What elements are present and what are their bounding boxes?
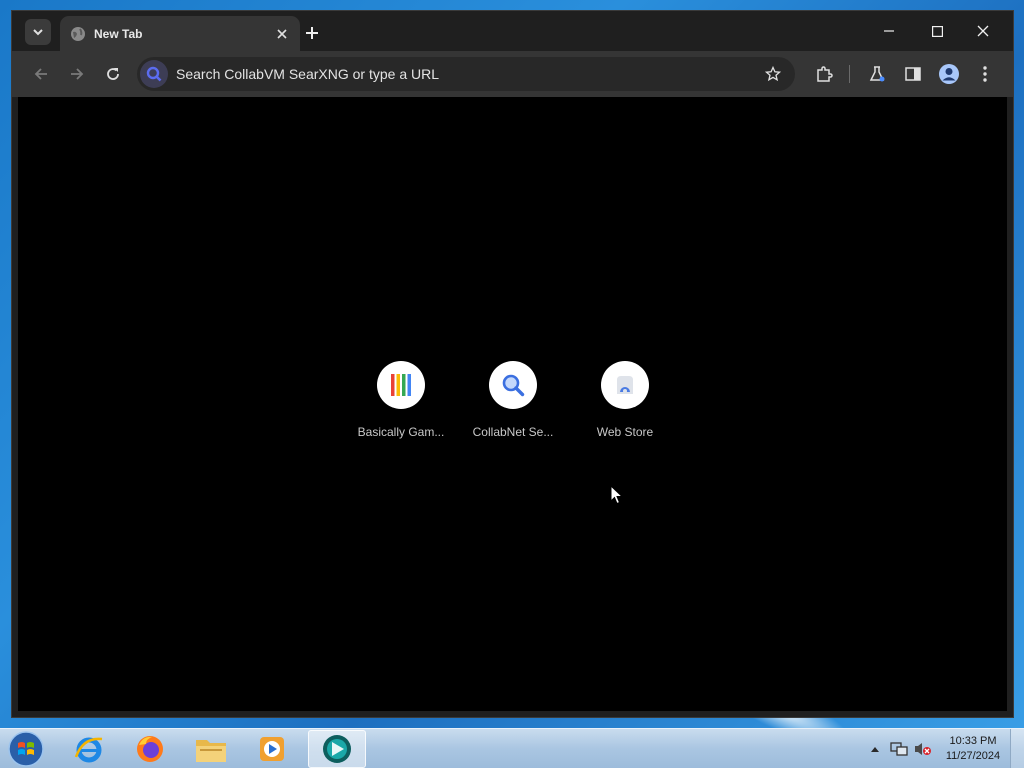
forward-button[interactable] (65, 62, 89, 86)
taskbar-media-player[interactable] (243, 730, 301, 768)
back-button[interactable] (29, 62, 53, 86)
show-hidden-icons-icon[interactable] (870, 745, 880, 753)
volume-muted-icon[interactable] (914, 741, 932, 757)
maximize-button[interactable] (914, 17, 960, 45)
close-window-button[interactable] (960, 17, 1006, 45)
shortcut-icon-circle[interactable] (601, 361, 649, 409)
taskbar-browser[interactable] (308, 730, 366, 768)
file-explorer-icon (196, 740, 226, 762)
taskbar: 10:33 PM 11/27/2024 (0, 728, 1024, 768)
arrow-right-icon (71, 68, 84, 80)
shortcut-icon-circle[interactable] (489, 361, 537, 409)
tab-title: New Tab (94, 26, 143, 41)
clock-date: 11/27/2024 (945, 750, 1001, 762)
taskbar-internet-explorer[interactable] (60, 730, 118, 768)
shortcut-label: CollabNet Se... (472, 425, 554, 439)
new-tab-page: Basically Gam... CollabNet Se... Web Sto… (18, 97, 1007, 711)
side-panel-button[interactable] (901, 62, 925, 86)
reload-button[interactable] (101, 62, 125, 86)
avatar-icon (939, 64, 959, 84)
bookmark-star-icon[interactable] (761, 62, 785, 86)
tab-search-button[interactable] (25, 19, 51, 45)
more-vertical-icon (983, 66, 987, 82)
minimize-button[interactable] (866, 17, 912, 45)
magnifier-icon (502, 374, 525, 397)
shortcut-web-store[interactable]: Web Store (570, 361, 680, 439)
omnibox[interactable]: Search CollabVM SearXNG or type a URL (137, 57, 795, 91)
show-desktop-button[interactable] (1010, 729, 1024, 768)
firefox-icon (137, 736, 163, 762)
tab-strip: New Tab (12, 11, 1013, 51)
taskbar-file-explorer[interactable] (182, 730, 240, 768)
search-icon (140, 60, 168, 88)
media-player-icon (260, 737, 284, 761)
labs-button[interactable] (865, 62, 889, 86)
reload-icon (107, 68, 119, 80)
clock-time: 10:33 PM (949, 735, 997, 747)
side-panel-icon (905, 67, 921, 81)
start-button[interactable] (6, 730, 46, 768)
system-tray: 10:33 PM 11/27/2024 (870, 729, 1024, 768)
minimize-icon (884, 30, 894, 32)
browser-icon (323, 735, 351, 763)
new-tab-button[interactable] (300, 21, 324, 45)
globe-icon (70, 26, 86, 42)
browser-window: New Tab Search CollabVM SearXNG or type … (11, 10, 1014, 718)
windows-start-icon (8, 731, 44, 767)
taskbar-firefox[interactable] (121, 730, 179, 768)
network-icon[interactable] (890, 741, 908, 757)
flask-icon (869, 66, 885, 82)
internet-explorer-icon (74, 737, 103, 763)
menu-button[interactable] (973, 62, 997, 86)
close-icon (977, 25, 989, 37)
shortcut-label: Web Store (596, 425, 654, 439)
puzzle-icon (817, 66, 833, 82)
shortcut-icon-circle[interactable] (377, 361, 425, 409)
bars-icon (391, 374, 411, 396)
omnibox-placeholder[interactable]: Search CollabVM SearXNG or type a URL (176, 66, 761, 82)
profile-button[interactable] (937, 62, 961, 86)
shortcut-label: Basically Gam... (357, 425, 445, 439)
plus-icon (306, 27, 318, 39)
clock[interactable]: 10:33 PM 11/27/2024 (936, 734, 1010, 764)
chevron-down-icon (33, 29, 43, 36)
web-store-icon (617, 376, 633, 394)
mouse-cursor-icon (610, 485, 624, 505)
shortcut-basically-games[interactable]: Basically Gam... (346, 361, 456, 439)
arrow-left-icon (34, 68, 47, 80)
maximize-icon (931, 25, 943, 37)
close-icon[interactable] (272, 24, 292, 44)
shortcut-collabnet-search[interactable]: CollabNet Se... (458, 361, 568, 439)
extensions-button[interactable] (812, 62, 836, 86)
toolbar-separator (849, 65, 850, 83)
tab-new-tab[interactable]: New Tab (60, 16, 300, 51)
browser-toolbar: Search CollabVM SearXNG or type a URL (12, 51, 1013, 97)
